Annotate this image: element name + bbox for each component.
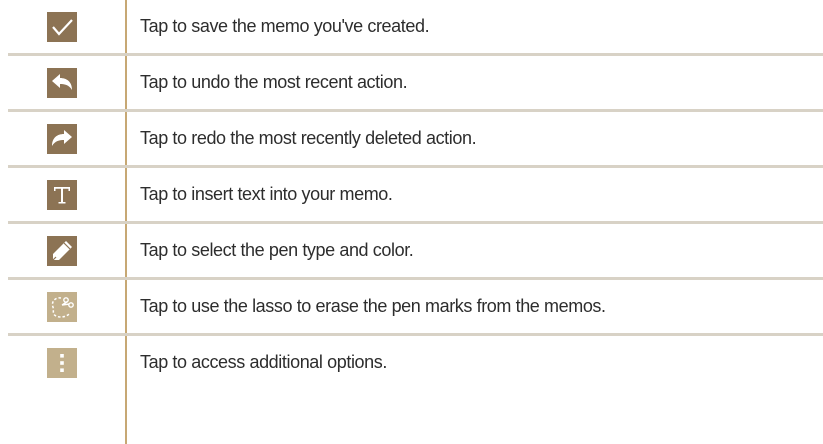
lasso-eraser-icon xyxy=(47,291,77,322)
checkmark-icon xyxy=(47,11,77,42)
icon-cell xyxy=(0,168,124,221)
table-row: Tap to use the lasso to erase the pen ma… xyxy=(0,280,823,336)
icon-cell xyxy=(0,336,124,389)
icon-cell xyxy=(0,280,124,333)
icon-cell xyxy=(0,112,124,165)
icon-cell xyxy=(0,0,124,53)
pen-icon xyxy=(47,235,77,266)
row-description: Tap to access additional options. xyxy=(140,352,387,372)
icon-description-table: Tap to save the memo you've created. Tap… xyxy=(0,0,823,389)
icon-cell xyxy=(0,224,124,277)
row-description: Tap to redo the most recently deleted ac… xyxy=(140,128,477,148)
table-row: Tap to access additional options. xyxy=(0,336,823,389)
undo-icon xyxy=(47,67,77,98)
table-row: Tap to save the memo you've created. xyxy=(0,0,823,56)
more-options-icon xyxy=(47,347,77,378)
table-row: Tap to select the pen type and color. xyxy=(0,224,823,280)
icon-cell xyxy=(0,56,124,109)
row-description: Tap to use the lasso to erase the pen ma… xyxy=(140,296,606,316)
table-row: Tap to undo the most recent action. xyxy=(0,56,823,112)
row-description: Tap to insert text into your memo. xyxy=(140,184,393,204)
row-description: Tap to save the memo you've created. xyxy=(140,16,430,36)
redo-icon xyxy=(47,123,77,154)
row-description: Tap to undo the most recent action. xyxy=(140,72,408,92)
text-icon xyxy=(47,179,77,210)
row-description: Tap to select the pen type and color. xyxy=(140,240,414,260)
table-row: Tap to redo the most recently deleted ac… xyxy=(0,112,823,168)
table-row: Tap to insert text into your memo. xyxy=(0,168,823,224)
